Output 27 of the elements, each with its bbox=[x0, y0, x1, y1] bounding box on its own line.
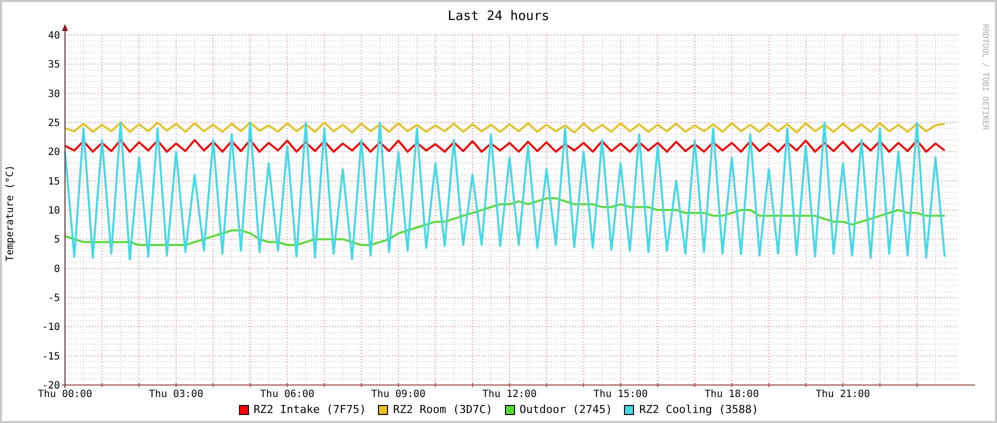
y-tick-label: 5 bbox=[54, 234, 60, 246]
y-tick-label: 40 bbox=[48, 30, 60, 42]
y-tick-label: 35 bbox=[48, 60, 60, 71]
x-tick-label: Thu 12:00 bbox=[482, 389, 537, 400]
x-tick-label: Thu 21:00 bbox=[816, 389, 870, 400]
y-tick-label: 25 bbox=[48, 118, 60, 129]
x-tick-label: Thu 18:00 bbox=[704, 389, 759, 400]
credit-text: RRDTOOL / TOBI OETIKER bbox=[980, 24, 990, 130]
y-tick-label: -10 bbox=[42, 322, 60, 334]
y-tick-label: -5 bbox=[48, 293, 60, 304]
x-tick-label: Thu 15:00 bbox=[594, 389, 648, 400]
y-tick-label: 20 bbox=[48, 147, 60, 158]
y-tick-label: -15 bbox=[42, 351, 60, 362]
legend-label: RZ2 Room (3D7C) bbox=[393, 403, 492, 416]
y-tick-label: 15 bbox=[48, 176, 60, 188]
x-tick-label: Thu 09:00 bbox=[371, 389, 426, 400]
y-tick-label: 30 bbox=[48, 88, 60, 100]
y-axis-label: Temperature (°C) bbox=[5, 164, 17, 262]
legend-label: RZ2 Cooling (3588) bbox=[639, 403, 758, 416]
x-tick-label: Thu 00:00 bbox=[38, 389, 92, 400]
y-tick-label: 0 bbox=[54, 264, 60, 275]
y-tick-label: 10 bbox=[48, 206, 60, 216]
chart-title: Last 24 hours bbox=[448, 9, 550, 24]
legend-label: RZ2 Intake (7F75) bbox=[254, 403, 366, 416]
x-tick-label: Thu 03:00 bbox=[149, 389, 204, 400]
x-tick-label: Thu 06:00 bbox=[260, 389, 314, 400]
legend-label: Outdoor (2745) bbox=[520, 403, 612, 416]
